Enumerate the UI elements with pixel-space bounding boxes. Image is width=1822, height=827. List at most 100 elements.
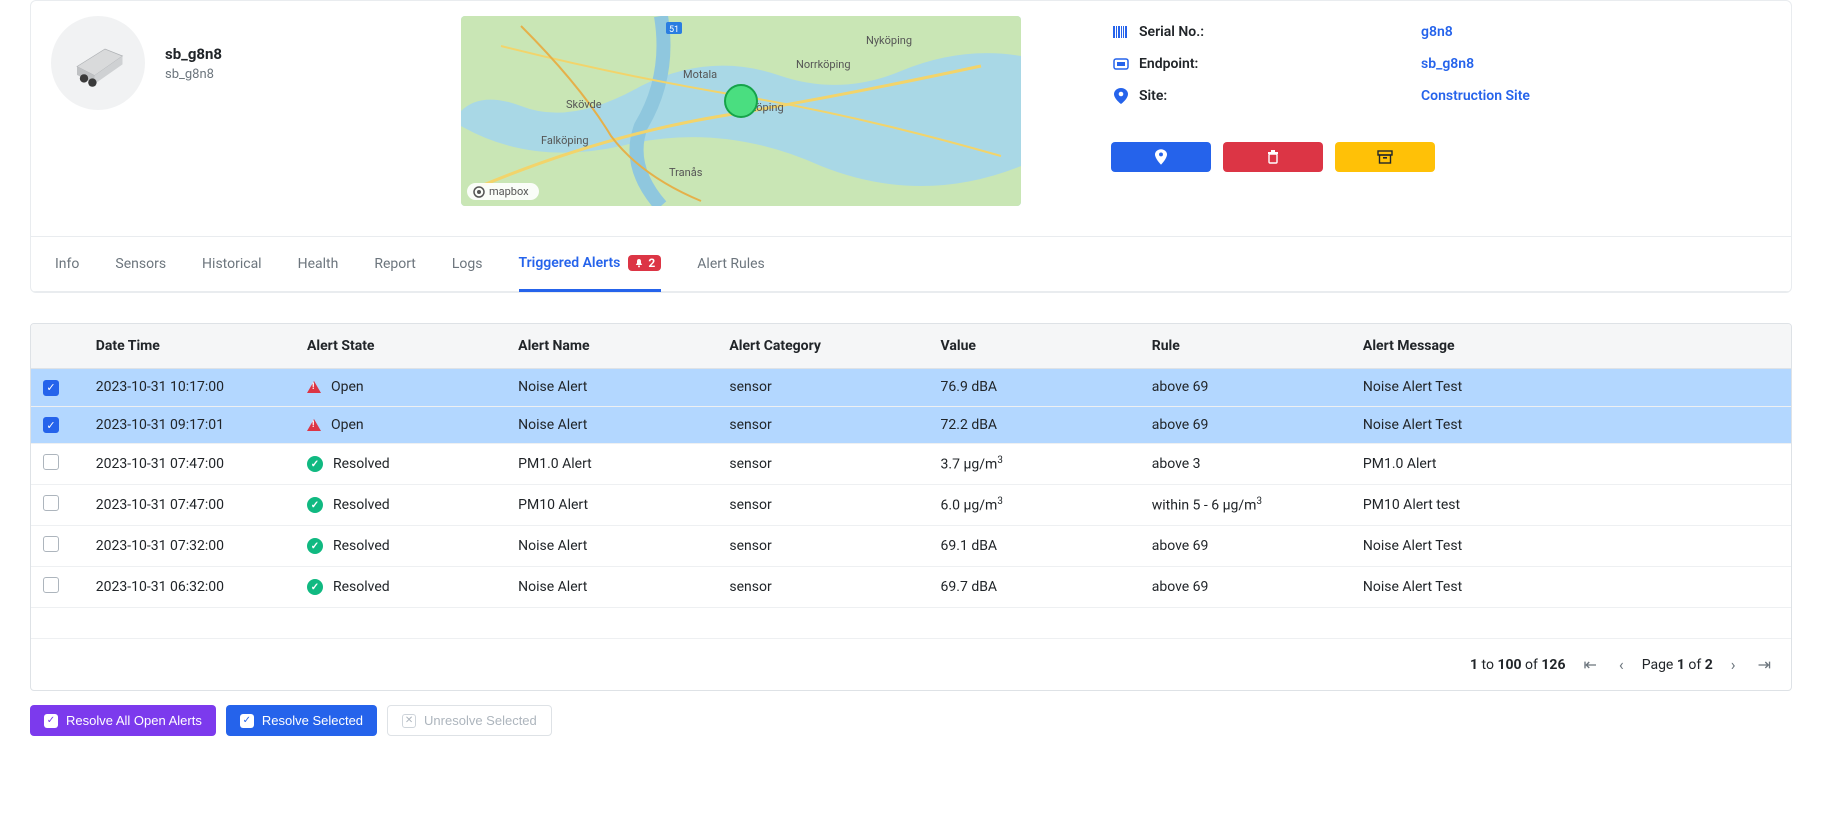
endpoint-value: sb_g8n8 [1421,56,1474,72]
site-label: Site: [1131,88,1421,104]
cell-date: 2023-10-31 09:17:01 [84,406,295,444]
svg-text:51: 51 [669,25,679,35]
pager-first[interactable]: ⇤ [1579,651,1600,678]
cell-state: Resolved [333,497,390,513]
delete-button[interactable] [1223,142,1323,172]
pager-next[interactable]: › [1727,651,1740,678]
pager: 1 to 100 of 126 ⇤ ‹ Page 1 of 2 › ⇥ [31,638,1791,690]
col-rule[interactable]: Rule [1140,324,1351,369]
tab-info[interactable]: Info [55,237,79,291]
tab-label: Logs [452,256,483,272]
cell-category: sensor [717,444,928,485]
pin-icon [1155,149,1167,165]
row-checkbox[interactable] [43,380,59,396]
unresolve-selected-button: ✕ Unresolve Selected [387,705,552,736]
alert-resolved-icon: ✓ [307,579,323,595]
archive-button[interactable] [1335,142,1435,172]
cell-state: Open [331,417,364,433]
table-row[interactable]: 2023-10-31 07:47:00✓ResolvedPM1.0 Alerts… [31,444,1791,485]
cell-date: 2023-10-31 07:47:00 [84,444,295,485]
row-checkbox[interactable] [43,495,59,511]
tab-report[interactable]: Report [374,237,416,291]
cell-name: Noise Alert [506,406,717,444]
col-value[interactable]: Value [929,324,1140,369]
col-name[interactable]: Alert Name [506,324,717,369]
cell-date: 2023-10-31 10:17:00 [84,369,295,407]
table-row[interactable]: 2023-10-31 09:17:01 Open Noise Alertsensor… [31,406,1791,444]
col-category[interactable]: Alert Category [717,324,928,369]
site-value: Construction Site [1421,88,1530,104]
svg-text:Falköping: Falköping [541,134,589,147]
cell-state: Resolved [333,456,390,472]
cell-message: PM10 Alert test [1351,485,1791,526]
uncheck-icon: ✕ [402,714,416,728]
trash-icon [1266,150,1280,164]
cell-name: PM1.0 Alert [506,444,717,485]
tab-health[interactable]: Health [298,237,339,291]
row-checkbox[interactable] [43,536,59,552]
tab-logs[interactable]: Logs [452,237,483,291]
device-meta: Serial No.: g8n8 Endpoint: sb_g8n8 Site:… [1051,16,1771,172]
tab-historical[interactable]: Historical [202,237,262,291]
cell-category: sensor [717,406,928,444]
alerts-table: Date Time Alert State Alert Name Alert C… [31,324,1791,638]
table-row[interactable]: 2023-10-31 06:32:00✓ResolvedNoise Alerts… [31,567,1791,608]
tab-triggered-alerts[interactable]: Triggered Alerts2 [519,237,662,292]
alert-resolved-icon: ✓ [307,497,323,513]
table-row[interactable]: 2023-10-31 10:17:00OpenNoise Alertsensor… [31,369,1791,407]
cell-message: Noise Alert Test [1351,369,1791,407]
cell-value: 6.0 µg/m3 [929,485,1140,526]
check-icon: ✓ [44,714,58,728]
map[interactable]: 51 Nyköping Norrköping Linköping Motala … [461,16,1021,206]
tab-sensors[interactable]: Sensors [115,237,166,291]
cell-rule: above 69 [1140,369,1351,407]
alert-badge: 2 [628,255,661,271]
cell-state: Open [331,379,364,395]
cell-message: Noise Alert Test [1351,406,1791,444]
device-title: sb_g8n8 [165,45,222,63]
col-state[interactable]: Alert State [295,324,506,369]
tab-label: Historical [202,256,262,272]
cell-value: 69.1 dBA [929,526,1140,567]
svg-text:Norrköping: Norrköping [796,58,851,71]
pin-icon [1111,88,1131,104]
device-summary: sb_g8n8 sb_g8n8 [51,16,431,110]
cell-message: Noise Alert Test [1351,567,1791,608]
row-checkbox[interactable] [43,577,59,593]
device-image [51,16,145,110]
check-icon: ✓ [240,714,254,728]
tab-label: Sensors [115,256,166,272]
barcode-icon [1111,25,1131,39]
tab-label: Health [298,256,339,272]
resolve-selected-button[interactable]: ✓ Resolve Selected [226,705,377,736]
cell-category: sensor [717,567,928,608]
tab-alert-rules[interactable]: Alert Rules [697,237,765,291]
cell-rule: above 69 [1140,526,1351,567]
endpoint-icon [1111,57,1131,71]
cell-value: 69.7 dBA [929,567,1140,608]
cell-state: Resolved [333,579,390,595]
svg-text:Motala: Motala [683,68,717,81]
serial-label: Serial No.: [1131,24,1421,40]
cell-value: 3.7 µg/m3 [929,444,1140,485]
pager-last[interactable]: ⇥ [1754,651,1775,678]
cell-name: PM10 Alert [506,485,717,526]
table-row[interactable]: 2023-10-31 07:47:00✓ResolvedPM10 Alertse… [31,485,1791,526]
pager-prev[interactable]: ‹ [1615,651,1628,678]
row-checkbox[interactable] [43,454,59,470]
cell-state: Resolved [333,538,390,554]
svg-text:Skövde: Skövde [566,98,602,111]
cell-category: sensor [717,526,928,567]
col-date[interactable]: Date Time [84,324,295,369]
cell-rule: above 69 [1140,406,1351,444]
cell-category: sensor [717,485,928,526]
resolve-all-button[interactable]: ✓ Resolve All Open Alerts [30,705,216,736]
cell-value: 72.2 dBA [929,406,1140,444]
sensor-device-icon [63,28,133,98]
col-message[interactable]: Alert Message [1351,324,1791,369]
table-row[interactable]: 2023-10-31 07:32:00✓ResolvedNoise Alerts… [31,526,1791,567]
cell-rule: within 5 - 6 µg/m3 [1140,485,1351,526]
row-checkbox[interactable] [43,417,59,433]
cell-name: Noise Alert [506,369,717,407]
locate-button[interactable] [1111,142,1211,172]
